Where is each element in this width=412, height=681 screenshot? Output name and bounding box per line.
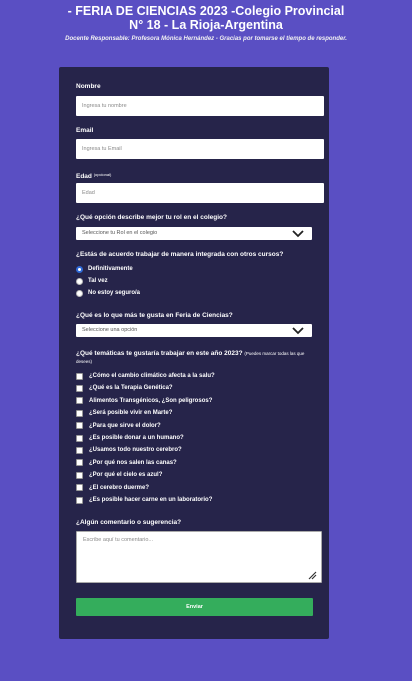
radio-button[interactable] xyxy=(76,277,83,285)
topic-checkbox-label: ¿Es posible hacer carne en un laboratori… xyxy=(89,497,213,503)
age-input[interactable] xyxy=(76,183,324,203)
topic-checkbox[interactable] xyxy=(76,434,83,442)
role-select[interactable]: Seleccione tu Rol en el colegio xyxy=(76,227,312,240)
age-label: Edad (opcional) xyxy=(76,171,111,181)
topic-checkbox-label: ¿Será posible vivir en Marte? xyxy=(89,410,173,417)
page-title-line-2: N° 18 - La Rioja-Argentina xyxy=(129,18,283,32)
topic-checkbox[interactable] xyxy=(76,397,83,405)
chevron-down-icon xyxy=(292,327,304,335)
topic-checkbox-row[interactable]: ¿Por qué el cielo es azul? xyxy=(76,470,162,480)
topic-checkbox-label: ¿Para que sirve el dolor? xyxy=(89,422,161,429)
page-subtitle: Docente Responsable: Profesora Mónica He… xyxy=(65,36,347,42)
age-label-text: Edad xyxy=(76,173,92,180)
resize-grip-icon[interactable] xyxy=(307,570,317,580)
likes-question: ¿Qué es lo que más te gusta en Feria de … xyxy=(76,312,233,319)
radio-button[interactable] xyxy=(76,289,83,297)
likes-select[interactable]: Seleccione una opción xyxy=(76,324,312,337)
topic-checkbox-label: Alimentos Transgénicos, ¿Son peligrosos? xyxy=(89,397,213,404)
topic-checkbox[interactable] xyxy=(76,446,83,454)
topic-checkbox-label: ¿Qué es la Terapia Genética? xyxy=(89,385,173,392)
radio-option-label: Definitivamente xyxy=(88,266,133,272)
topic-checkbox-label: ¿Por qué nos salen las canas? xyxy=(89,459,177,466)
topic-checkbox-label: ¿Por qué el cielo es azul? xyxy=(89,472,163,479)
topic-checkbox-row[interactable]: ¿Por qué nos salen las canas? xyxy=(76,458,177,468)
page-header: - FERIA DE CIENCIAS 2023 -Colegio Provin… xyxy=(0,4,412,43)
topics-question: ¿Qué temáticas te gustaría trabajar en e… xyxy=(76,350,316,366)
radio-button-selected[interactable] xyxy=(76,265,83,273)
name-label: Nombre xyxy=(76,83,101,90)
topic-checkbox-row[interactable]: ¿Es posible hacer carne en un laboratori… xyxy=(76,495,212,505)
topic-checkbox-row[interactable]: ¿Usamos todo nuestro cerebro? xyxy=(76,445,182,455)
email-label: Email xyxy=(76,127,94,134)
comments-textarea[interactable] xyxy=(76,531,322,583)
integrated-question: ¿Estás de acuerdo trabajar de manera int… xyxy=(76,251,284,258)
role-select-value: Seleccione tu Rol en el colegio xyxy=(82,230,158,236)
page-title: - FERIA DE CIENCIAS 2023 -Colegio Provin… xyxy=(0,4,412,32)
topic-checkbox[interactable] xyxy=(76,459,83,467)
topics-question-text: ¿Qué temáticas te gustaría trabajar en e… xyxy=(76,350,243,357)
survey-form: Nombre Email Edad (opcional) ¿Qué opción… xyxy=(59,67,329,639)
topic-checkbox[interactable] xyxy=(76,471,83,479)
radio-option-tal-vez[interactable]: Tal vez xyxy=(76,276,108,286)
topic-checkbox[interactable] xyxy=(76,484,83,492)
topic-checkbox[interactable] xyxy=(76,372,83,380)
topic-checkbox-row[interactable]: ¿Cómo el cambio climático afecta a la sa… xyxy=(76,371,215,381)
email-input[interactable] xyxy=(76,139,324,159)
role-question: ¿Qué opción describe mejor tu rol en el … xyxy=(76,214,227,221)
radio-option-label: Tal vez xyxy=(88,278,108,284)
comments-label: ¿Algún comentario o sugerencia? xyxy=(76,519,182,526)
topic-checkbox-label: ¿Usamos todo nuestro cerebro? xyxy=(89,447,182,454)
radio-option-definitivamente[interactable]: Definitivamente xyxy=(76,264,133,274)
radio-option-no-estoy-seguro[interactable]: No estoy seguro/a xyxy=(76,288,140,298)
chevron-down-icon xyxy=(292,230,304,238)
topic-checkbox-label: ¿Es posible donar a un humano? xyxy=(89,435,184,441)
topic-checkbox-row[interactable]: ¿Será posible vivir en Marte? xyxy=(76,408,172,418)
topic-checkbox[interactable] xyxy=(76,384,83,392)
topic-checkbox[interactable] xyxy=(76,422,83,430)
topic-checkbox[interactable] xyxy=(76,409,83,417)
topic-checkbox-label: ¿El cerebro duerme? xyxy=(89,484,150,491)
radio-option-label: No estoy seguro/a xyxy=(88,290,141,296)
topic-checkbox-label: ¿Cómo el cambio climático afecta a la sa… xyxy=(89,373,215,379)
name-input[interactable] xyxy=(76,96,324,116)
topic-checkbox-row[interactable]: ¿Es posible donar a un humano? xyxy=(76,433,184,443)
topic-checkbox-row[interactable]: ¿El cerebro duerme? xyxy=(76,483,149,493)
likes-select-value: Seleccione una opción xyxy=(82,327,138,333)
topic-checkbox[interactable] xyxy=(76,496,83,504)
age-optional-note: (opcional) xyxy=(93,172,112,177)
topic-checkbox-row[interactable]: ¿Para que sirve el dolor? xyxy=(76,421,161,431)
page-title-line-1: - FERIA DE CIENCIAS 2023 -Colegio Provin… xyxy=(67,4,345,18)
topic-checkbox-row[interactable]: ¿Qué es la Terapia Genética? xyxy=(76,383,173,393)
topic-checkbox-row[interactable]: Alimentos Transgénicos, ¿Son peligrosos? xyxy=(76,396,212,406)
submit-button[interactable]: Enviar xyxy=(76,598,313,616)
